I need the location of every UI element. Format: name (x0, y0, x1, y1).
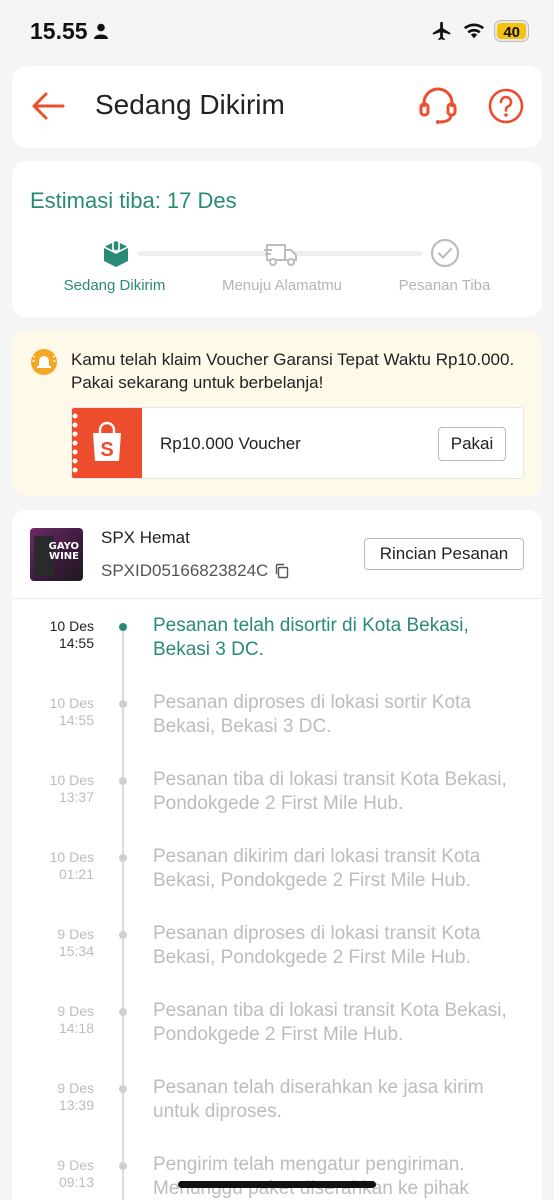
tracking-card: GAYO WINE SPX Hemat SPXID05166823824C Ri… (12, 510, 542, 1200)
timeline-date: 10 Des (49, 695, 94, 711)
status-indicators: 40 (431, 20, 528, 42)
status-bar: 15.55 40 (0, 0, 554, 62)
voucher-name: Rp10.000 Voucher (160, 434, 301, 453)
timeline-dot (119, 854, 127, 862)
wifi-icon (464, 23, 485, 39)
thumb-text-line2: WINE (49, 551, 79, 562)
step-label-shipping: Sedang Dikirim (63, 277, 166, 294)
timeline-line (122, 623, 124, 1200)
timeline-dot (119, 777, 127, 785)
courier-name: SPX Hemat (101, 528, 190, 547)
use-voucher-button[interactable]: Pakai (438, 427, 506, 461)
timeline-status-text: Pesanan diproses di lokasi sortir Kota B… (153, 692, 471, 737)
shopping-bag-icon: S (72, 413, 121, 473)
question-icon (488, 88, 524, 124)
timeline-date: 9 Des (57, 1157, 94, 1173)
package-icon (103, 241, 129, 267)
product-thumb-label: GAYO WINE (49, 542, 79, 562)
voucher-logo: S (72, 408, 142, 478)
timeline-dot (119, 1085, 127, 1093)
battery-indicator: 40 (495, 21, 528, 41)
timeline-dot (119, 623, 127, 631)
timeline-status-text: Pesanan dikirim dari lokasi transit Kota… (153, 846, 481, 891)
timeline-status-text: Pengirim telah mengatur pengiriman. Menu… (153, 1154, 469, 1199)
timeline-datetime: 9 Des 13:39 (26, 1080, 94, 1114)
timeline-time: 13:37 (58, 789, 94, 805)
timeline-time: 14:18 (58, 1020, 94, 1036)
clock: 15.55 (30, 17, 88, 44)
headset-icon (419, 87, 457, 124)
copy-icon[interactable] (274, 563, 290, 579)
timeline-date: 9 Des (57, 1080, 94, 1096)
delivery-estimate-card: Estimasi tiba: 17 Des Sedang Dikirim Men… (12, 161, 542, 317)
status-time: 15.55 (30, 18, 108, 45)
timeline-time: 09:13 (58, 1174, 94, 1190)
voucher-ticket[interactable]: S Rp10.000 Voucher Pakai (71, 407, 524, 479)
timeline-dot (119, 700, 127, 708)
timeline-datetime: 9 Des 09:13 (26, 1157, 94, 1191)
person-icon (93, 23, 108, 39)
timeline-status-text: Pesanan telah diserahkan ke jasa kirim u… (153, 1077, 484, 1122)
timeline-date: 10 Des (49, 849, 94, 865)
timeline-dot (119, 931, 127, 939)
timeline-datetime: 9 Des 14:18 (26, 1003, 94, 1037)
timeline-status-text: Pesanan tiba di lokasi transit Kota Beka… (153, 769, 507, 814)
estimate-title: Estimasi tiba: 17 Des (30, 188, 237, 213)
voucher-banner: Kamu telah klaim Voucher Garansi Tepat W… (12, 330, 542, 496)
timeline-datetime: 10 Des 13:37 (26, 772, 94, 806)
timeline-dot (119, 1162, 127, 1170)
timeline-status-text: Pesanan diproses di lokasi transit Kota … (153, 923, 481, 968)
back-arrow-icon (32, 92, 65, 120)
home-indicator (178, 1181, 376, 1188)
timeline-date: 10 Des (49, 772, 94, 788)
timeline-date: 9 Des (57, 926, 94, 942)
divider (12, 598, 542, 599)
customer-service-button[interactable] (418, 85, 458, 125)
tracking-number-row: SPXID05166823824C (101, 561, 290, 581)
step-label-arrived: Pesanan Tiba (398, 277, 491, 294)
timeline-status-text: Pesanan telah disortir di Kota Bekasi, B… (153, 615, 469, 660)
truck-icon (264, 244, 297, 266)
step-label-to-address: Menuju Alamatmu (221, 277, 343, 294)
voucher-message: Kamu telah klaim Voucher Garansi Tepat W… (71, 350, 515, 392)
help-button[interactable] (487, 87, 525, 125)
voucher-logo-letter: S (100, 439, 113, 461)
bell-icon (31, 349, 57, 375)
timeline-datetime: 10 Des 14:55 (26, 618, 94, 652)
order-details-button[interactable]: Rincian Pesanan (364, 538, 524, 570)
product-thumbnail[interactable]: GAYO WINE (30, 528, 83, 581)
tracking-number: SPXID05166823824C (101, 561, 269, 580)
airplane-icon (433, 21, 451, 41)
check-circle-icon (430, 238, 460, 268)
back-button[interactable] (30, 88, 66, 124)
timeline-datetime: 9 Des 15:34 (26, 926, 94, 960)
page-title: Sedang Dikirim (95, 89, 285, 120)
timeline-datetime: 10 Des 01:21 (26, 849, 94, 883)
timeline-time: 15:34 (58, 943, 94, 959)
timeline-date: 10 Des (49, 618, 94, 634)
timeline-time: 14:55 (58, 712, 94, 728)
timeline-dot (119, 1008, 127, 1016)
timeline-datetime: 10 Des 14:55 (26, 695, 94, 729)
header: Sedang Dikirim (12, 66, 542, 148)
timeline-status-text: Pesanan tiba di lokasi transit Kota Beka… (153, 1000, 507, 1045)
timeline-date: 9 Des (57, 1003, 94, 1019)
timeline-time: 01:21 (58, 866, 94, 882)
timeline-time: 14:55 (58, 635, 94, 651)
timeline-time: 13:39 (58, 1097, 94, 1113)
